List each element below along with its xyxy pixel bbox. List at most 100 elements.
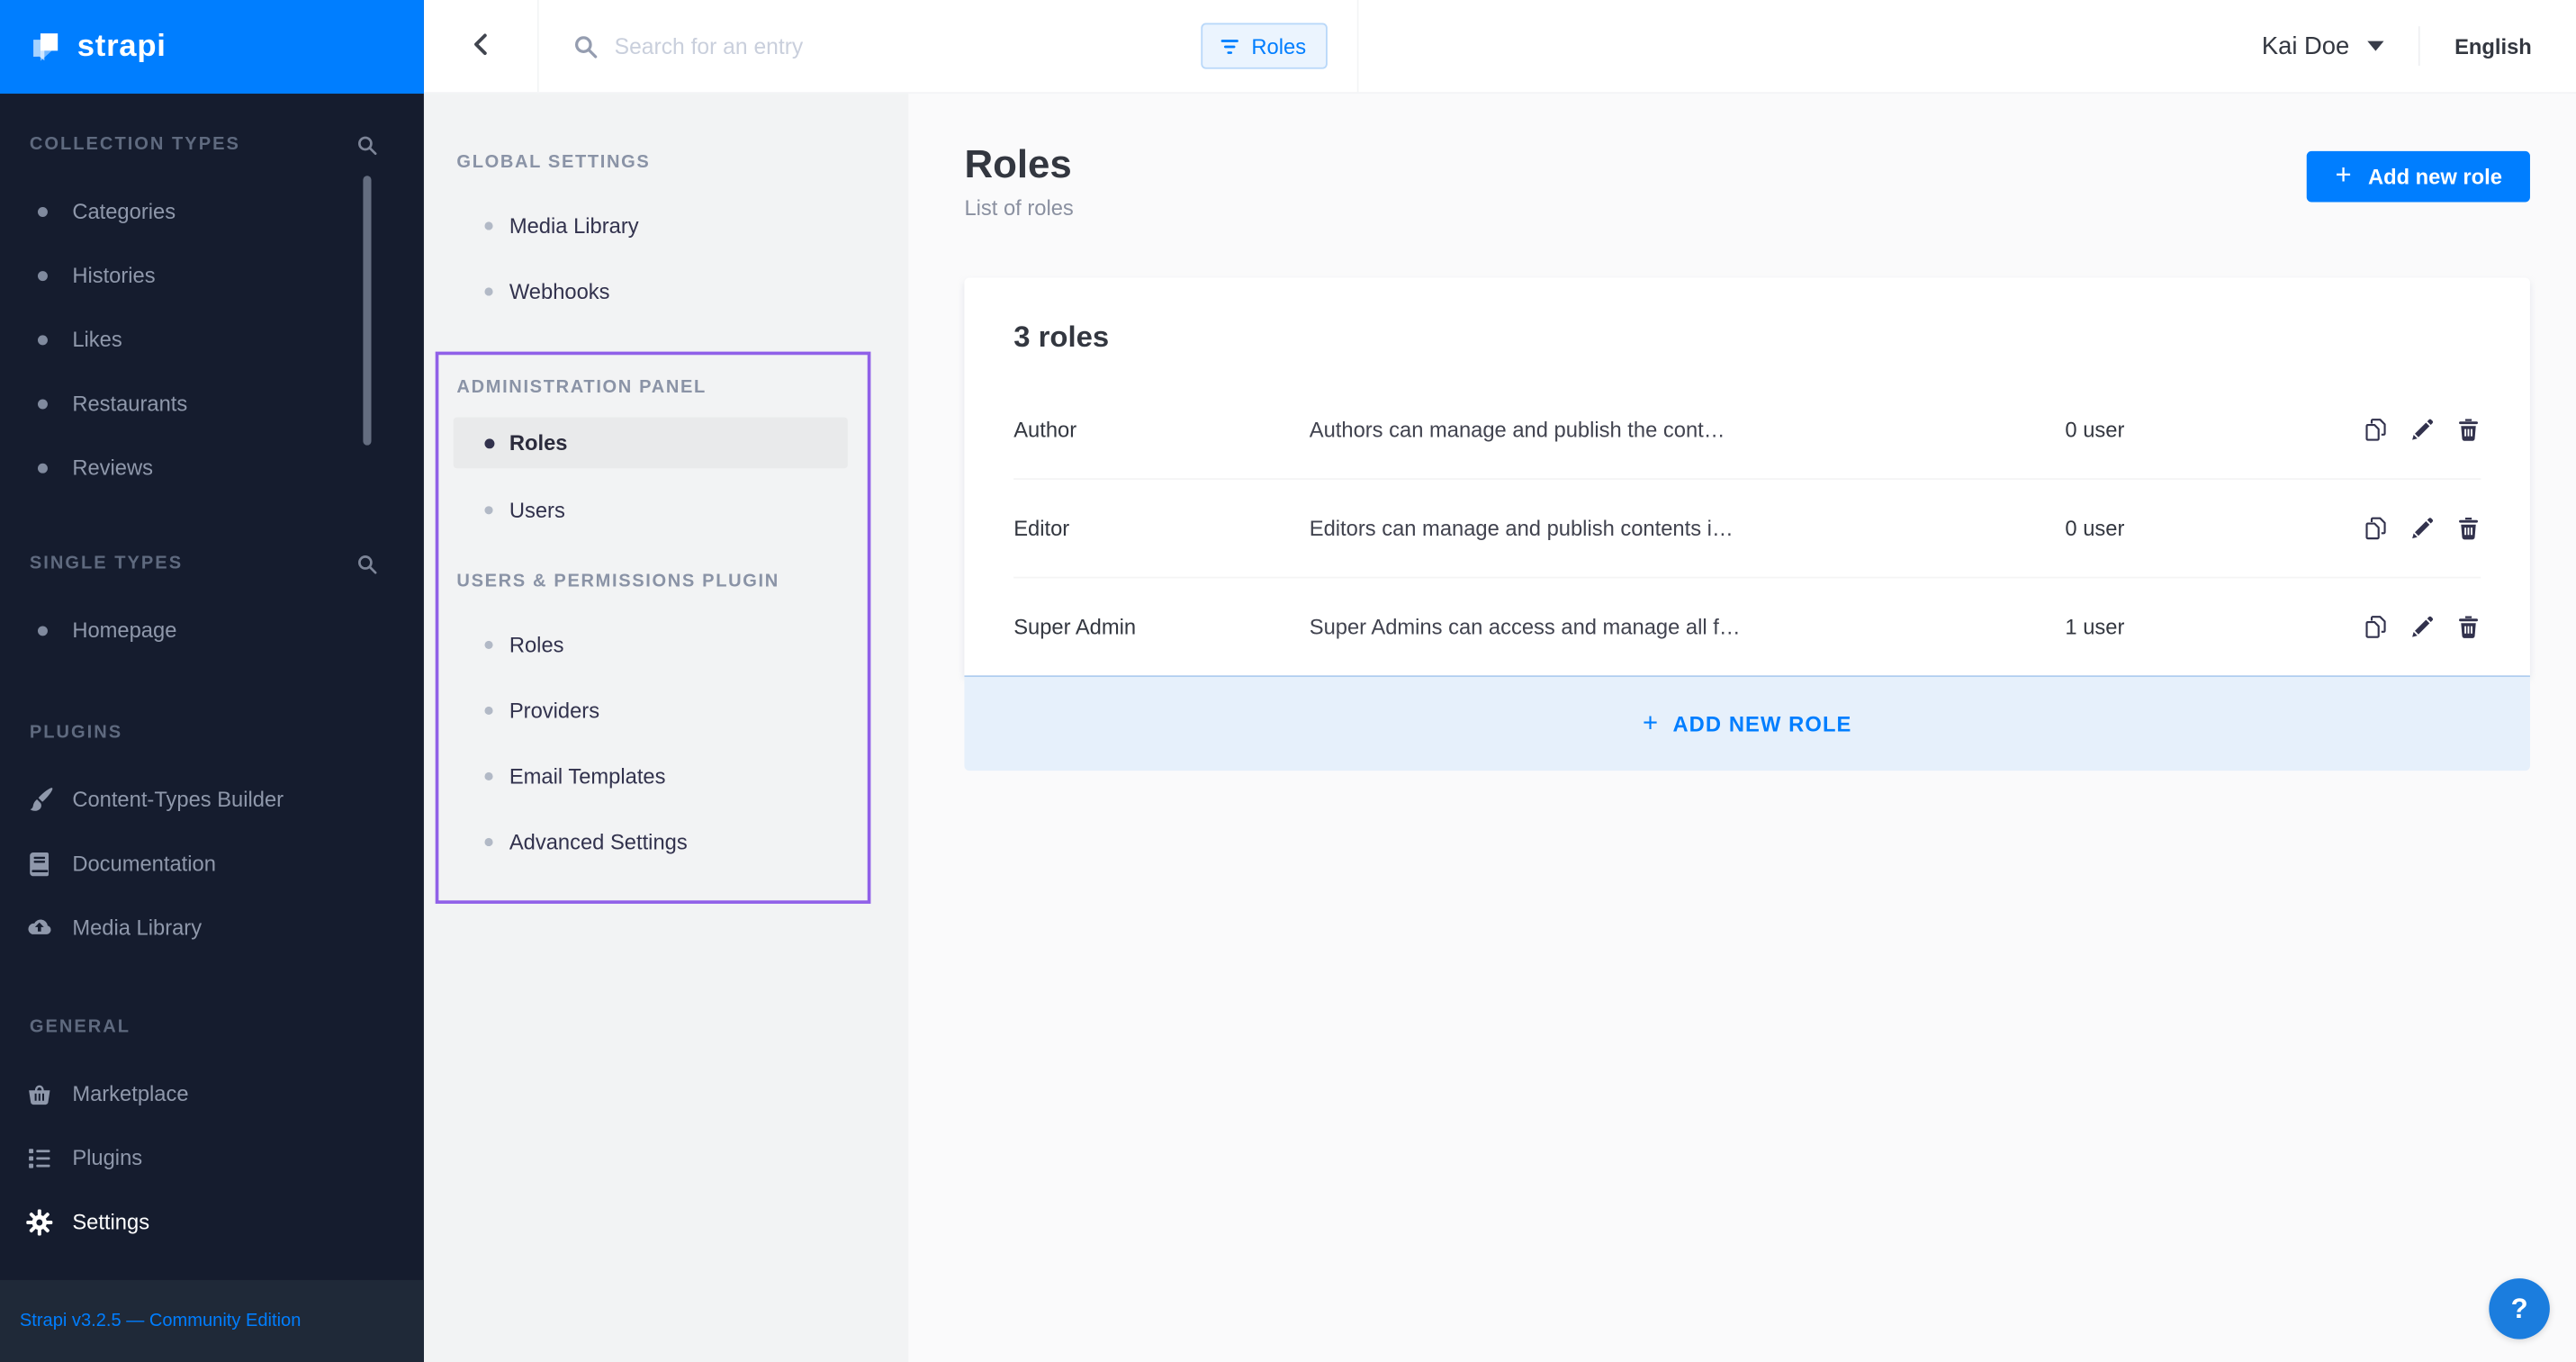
sidebar-item-homepage[interactable]: Homepage [0,598,424,662]
sidebar-item-documentation[interactable]: Documentation [0,832,424,896]
sidebar-section-general: GENERAL MarketplacePlugins Settings [0,1012,424,1253]
duplicate-icon[interactable] [2364,516,2389,540]
delete-icon[interactable] [2456,417,2481,441]
page-subtitle: List of roles [964,195,1073,220]
settings-nav-item-administration-panel-roles[interactable]: Roles [454,418,848,469]
add-new-role-button[interactable]: + Add new role [2308,151,2530,203]
sidebar-item-content-types-builder[interactable]: Content-Types Builder [0,767,424,831]
sidebar-section-header: GENERAL [0,1012,424,1042]
sidebar-item-label: Documentation [72,852,216,876]
sidebar-section-title: GENERAL [30,1017,131,1037]
user-menu-button[interactable]: Kai Doe [2262,32,2384,60]
sidebar-item-label: Content-Types Builder [72,787,284,811]
list-icon [24,1143,52,1171]
sidebar-nav: COLLECTION TYPES Categories Histories Likes… [0,94,424,1280]
sidebar-item-settings[interactable]: Settings [0,1190,424,1254]
sidebar-section-header: PLUGINS [0,718,424,748]
settings-nav-item-users-permissions-plugin-providers[interactable]: Providers [438,677,867,743]
duplicate-icon[interactable] [2364,417,2389,441]
chevron-down-icon [2367,41,2383,51]
topbar-right: Kai Doe English [1359,0,2576,92]
row-actions [2364,516,2481,540]
sidebar-item-restaurants[interactable]: Restaurants [0,372,424,436]
settings-nav-item-global-settings-webhooks[interactable]: Webhooks [424,258,908,324]
duplicate-icon[interactable] [2364,615,2389,639]
bullet-icon [484,771,492,780]
sidebar-item-categories[interactable]: Categories [0,179,424,243]
page-title-block: Roles List of roles [964,145,1073,221]
settings-nav-item-label: Advanced Settings [509,829,688,853]
bullet-icon [38,206,48,216]
sidebar-item-plugins[interactable]: Plugins [0,1125,424,1189]
delete-icon[interactable] [2456,516,2481,540]
add-new-role-footer-button[interactable]: + ADD NEW ROLE [964,675,2530,771]
search-icon[interactable] [356,553,378,574]
cloud-upload-icon [24,914,52,942]
main-panel: Roles List of roles + Add new role 3 rol… [908,94,2576,1362]
role-name: Author [1013,417,1310,441]
help-button[interactable]: ? [2489,1278,2550,1339]
roles-count-header: 3 roles [964,277,2530,379]
sidebar-item-reviews[interactable]: Reviews [0,436,424,500]
search-filter-chip[interactable]: Roles [1201,23,1328,69]
settings-nav-item-users-permissions-plugin-email-templates[interactable]: Email Templates [438,743,867,808]
sidebar-section-plugins: PLUGINS Content-Types Builder Documentatio… [0,718,424,960]
add-new-role-footer-label: ADD NEW ROLE [1672,711,1851,735]
app-scale-wrapper: strapi COLLECTION TYPESCategoriesHistori… [0,0,2576,1362]
row-actions [2364,417,2481,441]
edit-icon[interactable] [2410,516,2435,540]
filter-icon [1219,35,1240,57]
delete-icon[interactable] [2456,615,2481,639]
sidebar-item-label: Reviews [72,456,153,480]
settings-nav-item-users-permissions-plugin-roles[interactable]: Roles [438,611,867,677]
sidebar-section-header: COLLECTION TYPES [0,130,424,159]
search-input[interactable] [615,33,1201,58]
sidebar-item-label: Settings [72,1209,149,1233]
sidebar-scrollbar[interactable] [363,176,371,445]
settings-group-administration-panel: ADMINISTRATION PANELRolesUsers [438,372,867,543]
sidebar-item-histories[interactable]: Histories [0,243,424,307]
table-row-editor[interactable]: EditorEditors can manage and publish con… [1013,478,2481,577]
sidebar-item-likes[interactable]: Likes [0,307,424,371]
settings-nav-item-label: Email Templates [509,763,666,788]
row-actions [2364,615,2481,639]
role-description: Super Admins can access and manage all f… [1310,615,2066,639]
settings-nav-item-label: Roles [509,430,568,455]
roles-table: AuthorAuthors can manage and publish the… [964,380,2530,676]
settings-nav-item-administration-panel-users[interactable]: Users [438,476,867,542]
sidebar-item-label: Likes [72,327,122,351]
settings-nav-item-users-permissions-plugin-advanced-settings[interactable]: Advanced Settings [438,808,867,874]
edit-icon[interactable] [2410,615,2435,639]
settings-nav-item-label: Users [509,497,565,521]
sidebar-section-single-types: SINGLE TYPES Homepage [0,549,424,663]
table-row-super-admin[interactable]: Super AdminSuper Admins can access and m… [1013,577,2481,676]
back-button[interactable] [424,0,539,92]
sidebar-item-media-library[interactable]: Media Library [0,896,424,960]
bullet-icon [484,287,492,295]
table-row-author[interactable]: AuthorAuthors can manage and publish the… [1013,380,2481,479]
bullet-icon [484,837,492,845]
role-user-count: 1 user [2065,615,2364,639]
gear-icon [24,1208,52,1236]
highlight-box: ADMINISTRATION PANELRolesUsersUSERS & PE… [436,352,871,904]
search-icon[interactable] [356,134,378,156]
sidebar-section-header: SINGLE TYPES [0,549,424,579]
language-selector[interactable]: English [2454,33,2532,58]
settings-nav-item-label: Providers [509,698,599,722]
brush-icon [24,785,52,813]
sidebar-item-label: Categories [72,199,176,223]
filter-chip-label: Roles [1251,33,1306,58]
version-link[interactable]: Strapi v3.2.5 — Community Edition [20,1312,301,1331]
settings-group-items: Media LibraryWebhooks [424,193,908,324]
settings-group-title: USERS & PERMISSIONS PLUGIN [438,565,867,599]
chevron-left-icon [467,31,493,62]
sidebar-item-marketplace[interactable]: Marketplace [0,1061,424,1125]
settings-nav-item-global-settings-media-library[interactable]: Media Library [424,193,908,258]
role-name: Super Admin [1013,615,1310,639]
edit-icon[interactable] [2410,417,2435,441]
sidebar-section-items: Categories Histories Likes Restaurants Revie… [0,179,424,500]
bullet-icon [484,437,494,447]
bullet-icon [38,334,48,344]
settings-subnav: GLOBAL SETTINGSMedia LibraryWebhooksADMI… [424,94,908,1362]
bullet-icon [484,505,492,513]
